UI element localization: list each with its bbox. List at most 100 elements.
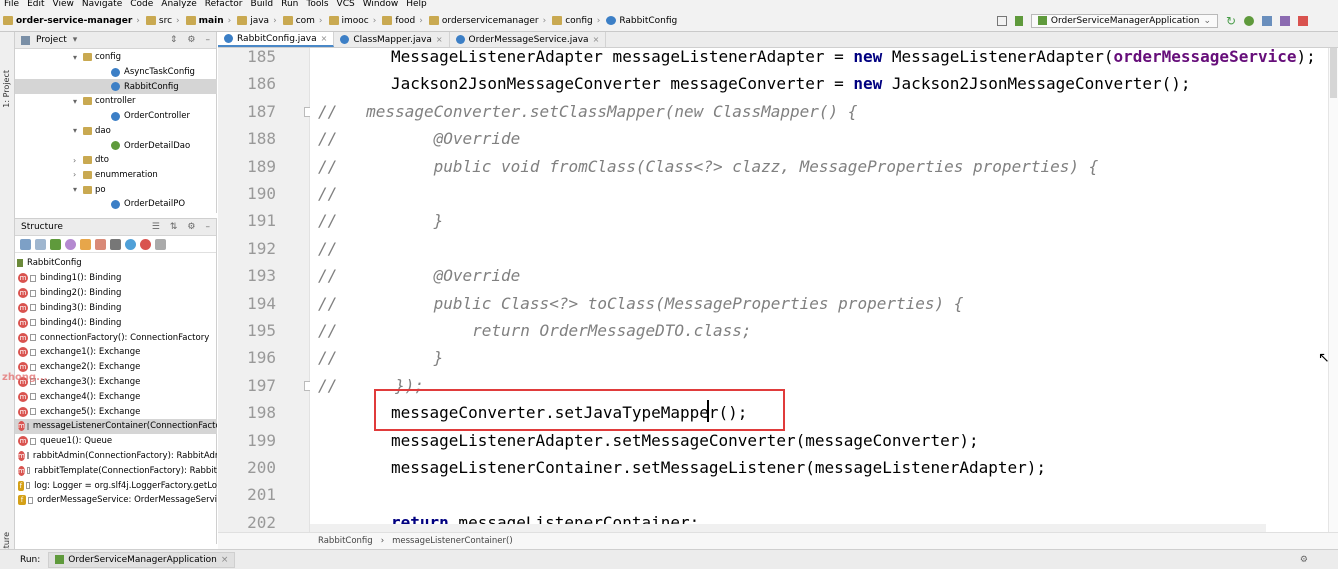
- structure-root[interactable]: RabbitConfig: [15, 256, 217, 271]
- build-hammer-icon[interactable]: [1014, 15, 1023, 26]
- collapse-all-icon[interactable]: ⇅: [170, 222, 178, 232]
- structure-item[interactable]: f log: Logger = org.slf4j.LoggerFactory.g…: [15, 478, 217, 493]
- menu-item-vcs[interactable]: VCS: [333, 0, 359, 10]
- vertical-scrollbar[interactable]: [1328, 48, 1338, 532]
- structure-item[interactable]: m binding3(): Binding: [15, 301, 217, 316]
- menu-item-build[interactable]: Build: [247, 0, 278, 10]
- stop-icon[interactable]: [1298, 15, 1308, 26]
- class-icon: [111, 82, 120, 92]
- anonymous-classes-icon[interactable]: [140, 238, 151, 250]
- line-number: 188: [247, 129, 276, 149]
- menu-item-help[interactable]: Help: [402, 0, 431, 10]
- collapse-icon[interactable]: ⇕: [170, 35, 178, 45]
- menu-item-navigate[interactable]: Navigate: [78, 0, 126, 10]
- gear-icon[interactable]: ⚙: [187, 35, 195, 45]
- editor-tab-label: OrderMessageService.java: [468, 34, 589, 45]
- breadcrumb-item[interactable]: main ›: [183, 16, 235, 26]
- gear-icon[interactable]: ⚙: [187, 222, 195, 232]
- tree-item[interactable]: RabbitConfig: [15, 79, 217, 95]
- structure-item[interactable]: m binding1(): Binding: [15, 271, 217, 286]
- menu-item-tools[interactable]: Tools: [302, 0, 332, 10]
- rerun-icon[interactable]: ↻: [1226, 15, 1236, 27]
- breadcrumb-item[interactable]: com ›: [280, 16, 326, 26]
- run-label: Run:: [20, 554, 41, 565]
- tree-item[interactable]: ▾ config: [15, 50, 217, 65]
- sort-visibility-icon[interactable]: [20, 238, 31, 250]
- tree-item[interactable]: OrderDetailPO: [15, 197, 217, 212]
- project-panel-title[interactable]: Project: [36, 35, 67, 45]
- show-fields-icon[interactable]: [80, 238, 91, 250]
- menu-item-refactor[interactable]: Refactor: [201, 0, 247, 10]
- structure-item[interactable]: m exchange5(): Exchange: [15, 404, 217, 419]
- editor-tab[interactable]: ClassMapper.java ×: [334, 32, 450, 47]
- breadcrumb-item[interactable]: imooc ›: [326, 16, 380, 26]
- code-line: MessageListenerAdapter messageListenerAd…: [391, 48, 1316, 70]
- structure-item[interactable]: m binding4(): Binding: [15, 315, 217, 330]
- breadcrumb-item[interactable]: config ›: [549, 16, 603, 26]
- code-editor[interactable]: MessageListenerAdapter messageListenerAd…: [310, 48, 1328, 532]
- breadcrumb-item[interactable]: food ›: [379, 16, 426, 26]
- menu-item-window[interactable]: Window: [359, 0, 403, 10]
- project-tool-button[interactable]: 1: Project: [2, 70, 11, 108]
- sort-alpha-icon[interactable]: [35, 238, 46, 250]
- breadcrumb-item[interactable]: orderservicemanager ›: [426, 16, 549, 26]
- run-config-select[interactable]: OrderServiceManagerApplication ⌄: [1030, 13, 1218, 28]
- show-lambdas-icon[interactable]: [110, 238, 121, 250]
- tree-item[interactable]: OrderDetailDao: [15, 138, 217, 153]
- editor-breadcrumb-item[interactable]: messageListenerContainer(): [392, 536, 513, 546]
- project-icon: [21, 35, 30, 45]
- chevron-down-icon[interactable]: ▾: [73, 35, 78, 45]
- run-tab[interactable]: OrderServiceManagerApplication ×: [48, 551, 236, 568]
- breadcrumb-item[interactable]: order-service-manager ›: [0, 16, 143, 26]
- breadcrumb-item[interactable]: RabbitConfig: [603, 16, 680, 26]
- menu-item-view[interactable]: View: [49, 0, 78, 10]
- minimize-icon[interactable]: –: [206, 35, 211, 45]
- expand-icon[interactable]: [155, 238, 166, 250]
- structure-item[interactable]: f orderMessageService: OrderMessageServi: [15, 493, 217, 508]
- structure-item[interactable]: m binding2(): Binding: [15, 286, 217, 301]
- show-inherited-icon[interactable]: [50, 238, 61, 250]
- menu-item-edit[interactable]: Edit: [23, 0, 48, 10]
- coverage-icon[interactable]: [1262, 15, 1272, 26]
- tree-item[interactable]: ▾ controller: [15, 94, 217, 109]
- tree-item-label: OrderDetailPO: [124, 199, 186, 210]
- horizontal-scrollbar[interactable]: [310, 524, 1266, 532]
- menu-item-code[interactable]: Code: [126, 0, 157, 10]
- show-properties-icon[interactable]: [65, 238, 76, 250]
- project-structure-icon[interactable]: [996, 15, 1007, 26]
- structure-item[interactable]: m messageListenerContainer(ConnectionFact…: [15, 419, 217, 434]
- menu-item-file[interactable]: File: [0, 0, 23, 10]
- autoscroll-icon[interactable]: [125, 238, 136, 250]
- editor-tab[interactable]: OrderMessageService.java ×: [450, 32, 607, 47]
- minimize-icon[interactable]: –: [206, 222, 211, 232]
- code-token: // }: [318, 211, 444, 231]
- close-icon[interactable]: ×: [221, 555, 229, 565]
- menu-item-analyze[interactable]: Analyze: [157, 0, 200, 10]
- structure-item[interactable]: m rabbitAdmin(ConnectionFactory): RabbitA…: [15, 449, 217, 464]
- profile-icon[interactable]: [1280, 15, 1290, 26]
- tree-item[interactable]: › enummeration: [15, 168, 217, 183]
- structure-item[interactable]: m rabbitTemplate(ConnectionFactory): Rabb…: [15, 463, 217, 478]
- structure-item[interactable]: m exchange4(): Exchange: [15, 389, 217, 404]
- tree-item[interactable]: ▾ dao: [15, 124, 217, 139]
- structure-item[interactable]: m exchange1(): Exchange: [15, 345, 217, 360]
- menu-item-run[interactable]: Run: [277, 0, 302, 10]
- breadcrumb-item[interactable]: src ›: [143, 16, 183, 26]
- close-icon[interactable]: ×: [321, 34, 328, 43]
- editor-breadcrumb-item[interactable]: RabbitConfig: [318, 536, 373, 546]
- gear-icon[interactable]: ⚙: [1300, 555, 1308, 565]
- debug-icon[interactable]: [1244, 15, 1254, 26]
- class-icon: [111, 67, 120, 77]
- show-non-public-icon[interactable]: [95, 238, 106, 250]
- close-icon[interactable]: ×: [436, 35, 443, 44]
- tree-item[interactable]: ▾ po: [15, 182, 217, 197]
- structure-item[interactable]: m queue1(): Queue: [15, 434, 217, 449]
- expand-all-icon[interactable]: ☰: [152, 222, 160, 232]
- structure-item[interactable]: m connectionFactory(): ConnectionFactory: [15, 330, 217, 345]
- close-icon[interactable]: ×: [593, 35, 600, 44]
- scroll-thumb[interactable]: [1330, 48, 1337, 98]
- tree-item[interactable]: › dto: [15, 153, 217, 168]
- breadcrumb-item[interactable]: java ›: [234, 16, 279, 26]
- tree-item[interactable]: AsyncTaskConfig: [15, 65, 217, 80]
- tree-item[interactable]: OrderController: [15, 109, 217, 124]
